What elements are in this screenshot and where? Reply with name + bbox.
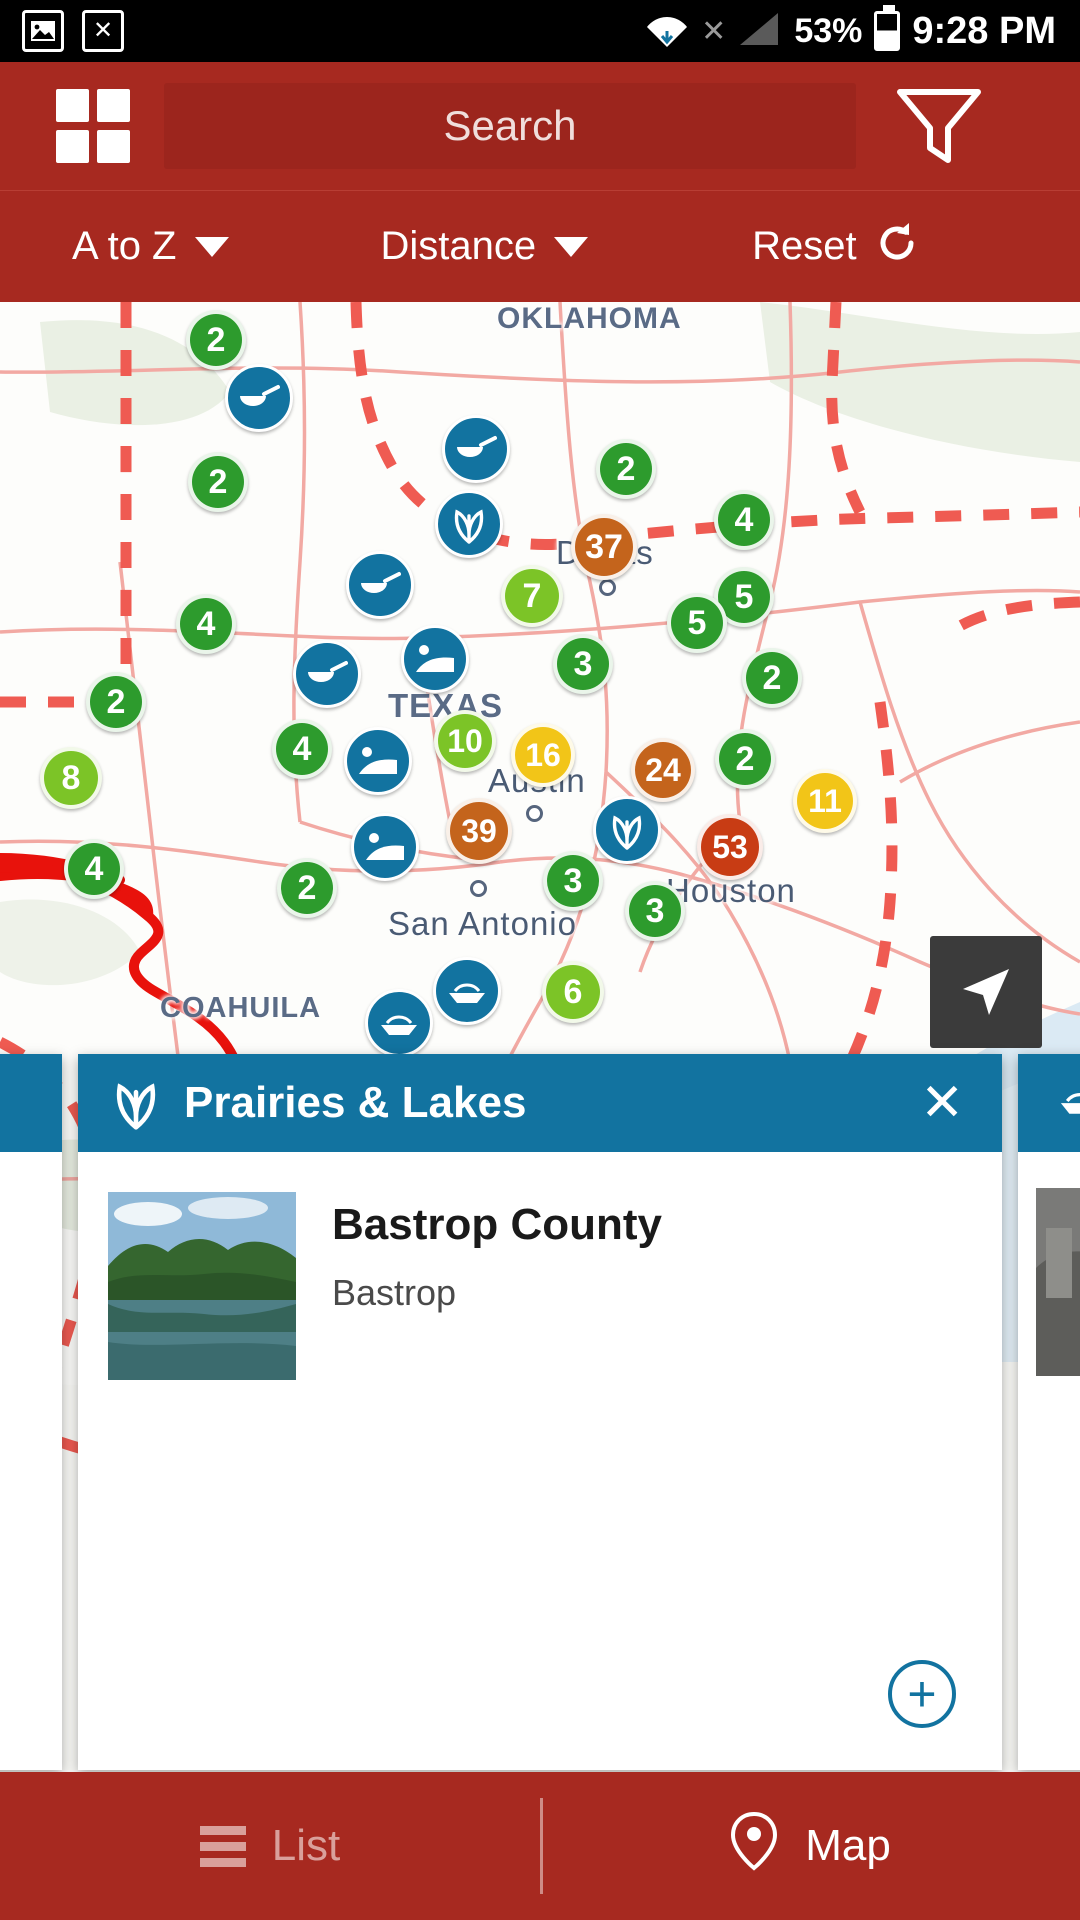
poi-card-next[interactable] <box>1018 1054 1080 1770</box>
cluster-pin[interactable]: 16 <box>511 723 575 787</box>
status-right-icons: ✕ 53% 9:28 PM <box>645 5 1080 54</box>
filter-icon[interactable] <box>894 81 984 171</box>
category-pin-pan-icon[interactable] <box>225 364 293 432</box>
cluster-pin[interactable]: 11 <box>793 769 857 833</box>
poi-card-header: Prairies & Lakes ✕ <box>78 1054 1002 1152</box>
map-label-san-antonio: San Antonio <box>388 905 577 942</box>
signal-icon <box>738 9 782 54</box>
category-pin-pan-icon[interactable] <box>442 415 510 483</box>
poi-card-carousel: ‹ + Prairies & Lakes ✕ <box>0 1054 1080 1774</box>
poi-text-block: Bastrop County Bastrop <box>332 1192 662 1770</box>
cluster-pin[interactable]: 39 <box>446 798 512 864</box>
category-pin-field-icon[interactable] <box>344 727 412 795</box>
close-icon: ✕ <box>82 10 124 52</box>
cluster-pin[interactable]: 5 <box>667 593 727 653</box>
category-pin-pan-icon[interactable] <box>346 551 414 619</box>
cluster-pin[interactable]: 2 <box>742 648 802 708</box>
cluster-pin[interactable]: 4 <box>176 594 236 654</box>
battery-percent: 53% <box>794 11 863 50</box>
poi-thumbnail <box>108 1192 296 1380</box>
search-input[interactable]: Search <box>164 83 856 169</box>
add-button[interactable]: + <box>888 1660 956 1728</box>
poi-card-body: Bastrop County Bastrop + <box>78 1152 1002 1770</box>
cluster-pin[interactable]: 3 <box>553 634 613 694</box>
map-label-oklahoma: OKLAHOMA <box>497 302 682 335</box>
cluster-pin[interactable]: 2 <box>188 452 248 512</box>
map-pin-icon <box>729 1811 779 1882</box>
tab-list[interactable]: List <box>0 1772 540 1920</box>
navigate-icon[interactable] <box>930 936 1042 1048</box>
poi-card-next-header <box>1018 1054 1080 1152</box>
cluster-pin[interactable]: 8 <box>40 747 102 809</box>
reset-button[interactable]: Reset <box>752 219 921 275</box>
poi-card-title: Prairies & Lakes <box>184 1078 527 1127</box>
city-dot <box>526 805 543 822</box>
tab-list-label: List <box>271 1821 341 1870</box>
city-dot <box>470 880 487 897</box>
tab-map[interactable]: Map <box>540 1772 1080 1920</box>
cluster-pin[interactable]: 4 <box>714 490 774 550</box>
cluster-pin[interactable]: 3 <box>543 851 603 911</box>
chevron-down-icon <box>194 236 229 257</box>
reset-label: Reset <box>752 224 857 268</box>
cluster-pin[interactable]: 6 <box>542 961 604 1023</box>
battery-icon <box>874 5 901 51</box>
list-icon <box>199 1825 246 1867</box>
cluster-pin[interactable]: 24 <box>631 738 695 802</box>
grid-icon[interactable] <box>56 89 130 163</box>
cluster-pin[interactable]: 7 <box>501 565 563 627</box>
sort-alpha-label: A to Z <box>72 224 177 268</box>
cluster-pin[interactable]: 2 <box>715 729 775 789</box>
poi-name: Bastrop County <box>332 1200 662 1249</box>
cluster-pin[interactable]: 4 <box>272 719 332 779</box>
map-label-coahuila: COAHUILA <box>160 992 322 1024</box>
grass-icon <box>104 1071 168 1135</box>
top-app-bar: Search <box>0 62 1080 190</box>
app-root: ✕ ✕ 53% 9:28 PM Search A to Z Distance R… <box>0 0 1080 1920</box>
wifi-icon <box>645 9 689 54</box>
boat-icon <box>1056 1084 1080 1123</box>
cluster-pin[interactable]: 2 <box>86 672 146 732</box>
image-icon <box>22 10 64 52</box>
status-bar: ✕ ✕ 53% 9:28 PM <box>0 0 1080 62</box>
category-pin-grass-icon[interactable] <box>593 796 661 864</box>
cluster-pin[interactable]: 10 <box>434 710 496 772</box>
category-pin-boat-icon[interactable] <box>433 957 501 1025</box>
cluster-pin[interactable]: 53 <box>697 814 763 880</box>
bottom-nav: List Map <box>0 1772 1080 1920</box>
signal-x-icon: ✕ <box>701 14 727 48</box>
cluster-pin[interactable]: 2 <box>277 858 337 918</box>
cluster-pin[interactable]: 3 <box>625 881 685 941</box>
sort-distance-label: Distance <box>380 224 537 268</box>
sort-bar: A to Z Distance Reset <box>0 190 1080 302</box>
cluster-pin[interactable]: 37 <box>571 514 637 580</box>
category-pin-boat-icon[interactable] <box>365 989 433 1057</box>
chevron-down-icon <box>554 236 589 257</box>
cluster-pin[interactable]: 2 <box>596 439 656 499</box>
poi-card-previous[interactable]: ‹ + <box>0 1054 62 1770</box>
poi-thumbnail <box>1036 1188 1080 1376</box>
close-icon[interactable]: ✕ <box>920 1077 976 1129</box>
category-pin-field-icon[interactable] <box>351 813 419 881</box>
refresh-icon <box>873 219 921 275</box>
nav-divider <box>540 1798 543 1894</box>
sort-distance-button[interactable]: Distance <box>381 224 589 269</box>
sort-alpha-button[interactable]: A to Z <box>72 224 229 269</box>
status-left-icons: ✕ <box>0 10 124 52</box>
category-pin-pan-icon[interactable] <box>293 640 361 708</box>
poi-card-previous-header: ‹ <box>0 1054 62 1152</box>
cluster-pin[interactable]: 4 <box>64 839 124 899</box>
tab-map-label: Map <box>805 1821 891 1870</box>
poi-card[interactable]: Prairies & Lakes ✕ Bastrop County Bastro… <box>78 1054 1002 1770</box>
poi-city: Bastrop <box>332 1272 457 1313</box>
city-dot <box>599 579 616 596</box>
status-clock: 9:28 PM <box>912 9 1056 52</box>
search-placeholder: Search <box>443 102 577 149</box>
cluster-pin[interactable]: 2 <box>186 310 246 370</box>
category-pin-field-icon[interactable] <box>401 625 469 693</box>
category-pin-grass-icon[interactable] <box>435 490 503 558</box>
